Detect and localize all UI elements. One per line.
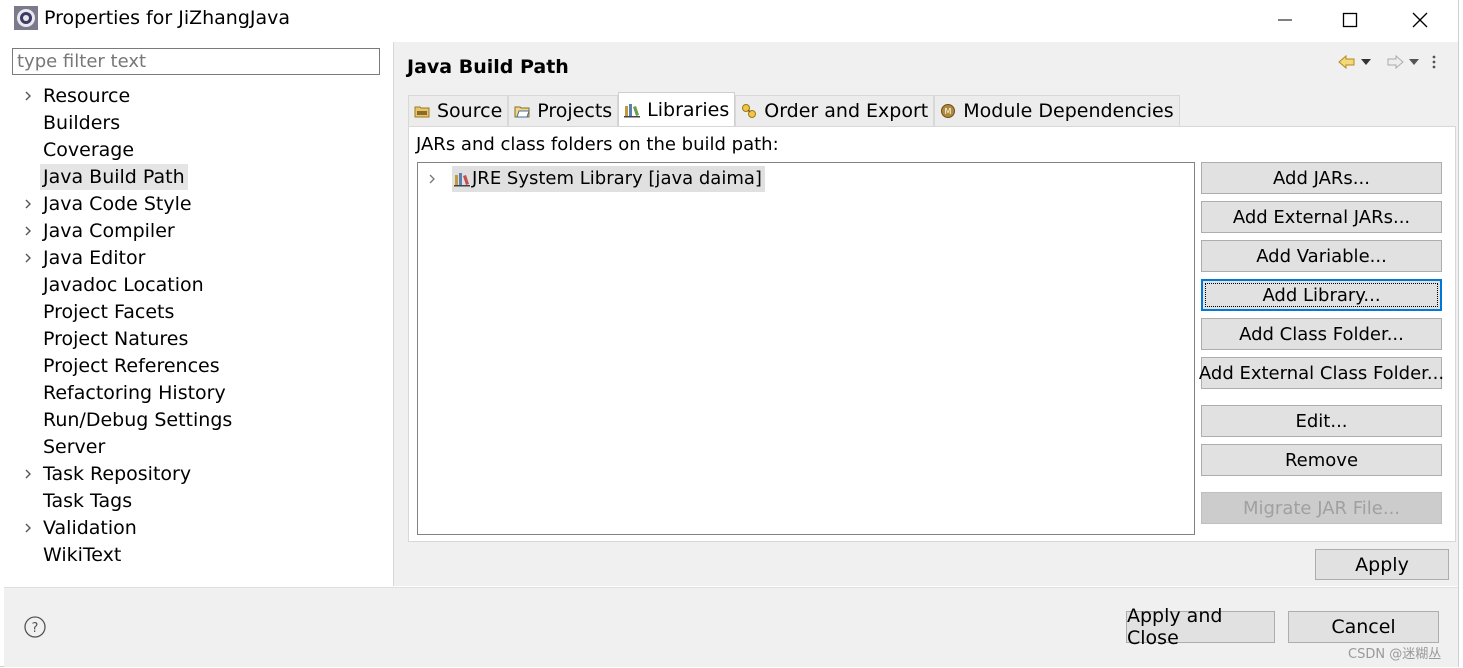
tab-module-dependencies[interactable]: M Module Dependencies xyxy=(934,95,1180,126)
cancel-button[interactable]: Cancel xyxy=(1288,611,1439,643)
minimize-button[interactable] xyxy=(1250,0,1320,40)
tab-label: Module Dependencies xyxy=(963,100,1174,122)
add-external-class-folder-button[interactable]: Add External Class Folder... xyxy=(1199,357,1444,389)
page-title: Java Build Path xyxy=(407,56,569,78)
tab-label: Projects xyxy=(537,100,613,122)
watermark: CSDN @迷糊丛 xyxy=(1348,647,1442,662)
chevron-right-icon[interactable] xyxy=(22,245,34,271)
libraries-icon xyxy=(624,103,641,117)
sidebar-item[interactable]: Project References xyxy=(40,353,223,379)
library-name: JRE System Library [java daima] xyxy=(472,168,762,189)
eclipse-gear-icon xyxy=(14,6,38,30)
tab-label: Source xyxy=(437,100,503,122)
sidebar-item[interactable]: Coverage xyxy=(40,137,137,163)
order-export-icon xyxy=(742,104,757,118)
add-variable-button[interactable]: Add Variable... xyxy=(1201,240,1442,272)
sidebar-item[interactable]: Project Facets xyxy=(40,299,177,325)
build-path-tabs: Source Projects Libraries Order and Expo… xyxy=(408,92,1180,127)
back-arrow-icon[interactable] xyxy=(1338,55,1356,69)
view-menu-icon[interactable] xyxy=(1430,54,1438,70)
list-item[interactable]: JRE System Library [java daima] xyxy=(426,166,765,192)
library-entry-label: JRE System Library [java daima] xyxy=(452,166,765,192)
dialog-button-bar: ? Apply and Close Cancel xyxy=(4,587,1458,667)
properties-dialog: Properties for JiZhangJava type filter t… xyxy=(0,0,1459,667)
title-bar: Properties for JiZhangJava xyxy=(0,0,1458,40)
sidebar-item[interactable]: Run/Debug Settings xyxy=(40,407,235,433)
help-icon[interactable]: ? xyxy=(24,616,46,638)
add-library-button[interactable]: Add Library... xyxy=(1201,279,1442,311)
migrate-jar-button: Migrate JAR File... xyxy=(1201,492,1442,524)
sidebar-item[interactable]: Builders xyxy=(40,110,123,136)
add-external-jars-button[interactable]: Add External JARs... xyxy=(1201,201,1442,233)
add-class-folder-button[interactable]: Add Class Folder... xyxy=(1201,318,1442,350)
sidebar-item[interactable]: Project Natures xyxy=(40,326,191,352)
remove-button[interactable]: Remove xyxy=(1201,444,1442,476)
close-button[interactable] xyxy=(1385,0,1455,40)
sidebar-item[interactable]: Server xyxy=(40,434,108,460)
projects-folder-icon xyxy=(514,106,530,118)
forward-dropdown-icon[interactable] xyxy=(1408,57,1420,67)
tab-order-and-export[interactable]: Order and Export xyxy=(735,95,935,126)
tab-projects[interactable]: Projects xyxy=(508,95,619,126)
window-title: Properties for JiZhangJava xyxy=(44,7,291,29)
library-tree[interactable]: JRE System Library [java daima] xyxy=(417,162,1195,535)
sidebar-item[interactable]: Javadoc Location xyxy=(40,272,207,298)
sidebar-item[interactable]: Java Compiler xyxy=(40,218,178,244)
chevron-right-icon[interactable] xyxy=(22,461,34,487)
libraries-heading: JARs and class folders on the build path… xyxy=(416,134,779,155)
maximize-button[interactable] xyxy=(1315,0,1385,40)
category-sidebar: type filter text Resource Builders Coverag… xyxy=(4,42,394,586)
minimize-icon xyxy=(1278,19,1292,21)
maximize-icon xyxy=(1342,12,1358,28)
sidebar-item[interactable]: Java Editor xyxy=(40,245,148,271)
edit-button[interactable]: Edit... xyxy=(1201,405,1442,437)
page-navigation xyxy=(1338,50,1438,74)
back-dropdown-icon[interactable] xyxy=(1360,57,1372,67)
sidebar-item[interactable]: Task Repository xyxy=(40,461,194,487)
tab-label: Libraries xyxy=(647,98,730,121)
source-folder-icon xyxy=(414,106,430,118)
filter-input[interactable]: type filter text xyxy=(12,48,380,75)
sidebar-item[interactable]: Java Build Path xyxy=(40,164,188,190)
chevron-right-icon[interactable] xyxy=(22,218,34,244)
chevron-right-icon[interactable] xyxy=(22,83,34,109)
chevron-right-icon[interactable] xyxy=(426,173,438,185)
property-page: Java Build Path Source Projects Librarie… xyxy=(394,42,1458,586)
library-icon xyxy=(454,173,470,187)
sidebar-item[interactable]: Java Code Style xyxy=(40,191,195,217)
apply-and-close-button[interactable]: Apply and Close xyxy=(1126,605,1275,649)
sidebar-item[interactable]: Resource xyxy=(40,83,133,109)
sidebar-item[interactable]: Task Tags xyxy=(40,488,135,514)
add-jars-button[interactable]: Add JARs... xyxy=(1201,162,1442,194)
tab-label: Order and Export xyxy=(764,100,929,122)
sidebar-item[interactable]: Validation xyxy=(40,515,140,541)
chevron-right-icon[interactable] xyxy=(22,191,34,217)
module-icon: M xyxy=(941,104,956,118)
apply-button[interactable]: Apply xyxy=(1315,549,1449,580)
libraries-tab-content: JARs and class folders on the build path… xyxy=(408,126,1456,542)
forward-arrow-icon[interactable] xyxy=(1386,55,1404,69)
tab-source[interactable]: Source xyxy=(408,95,509,126)
svg-text:M: M xyxy=(945,107,952,116)
sidebar-item[interactable]: Refactoring History xyxy=(40,380,229,406)
tab-libraries[interactable]: Libraries xyxy=(618,92,736,126)
chevron-right-icon[interactable] xyxy=(22,515,34,541)
close-icon xyxy=(1412,12,1428,28)
sidebar-item[interactable]: WikiText xyxy=(40,542,124,568)
svg-text:?: ? xyxy=(32,621,39,636)
